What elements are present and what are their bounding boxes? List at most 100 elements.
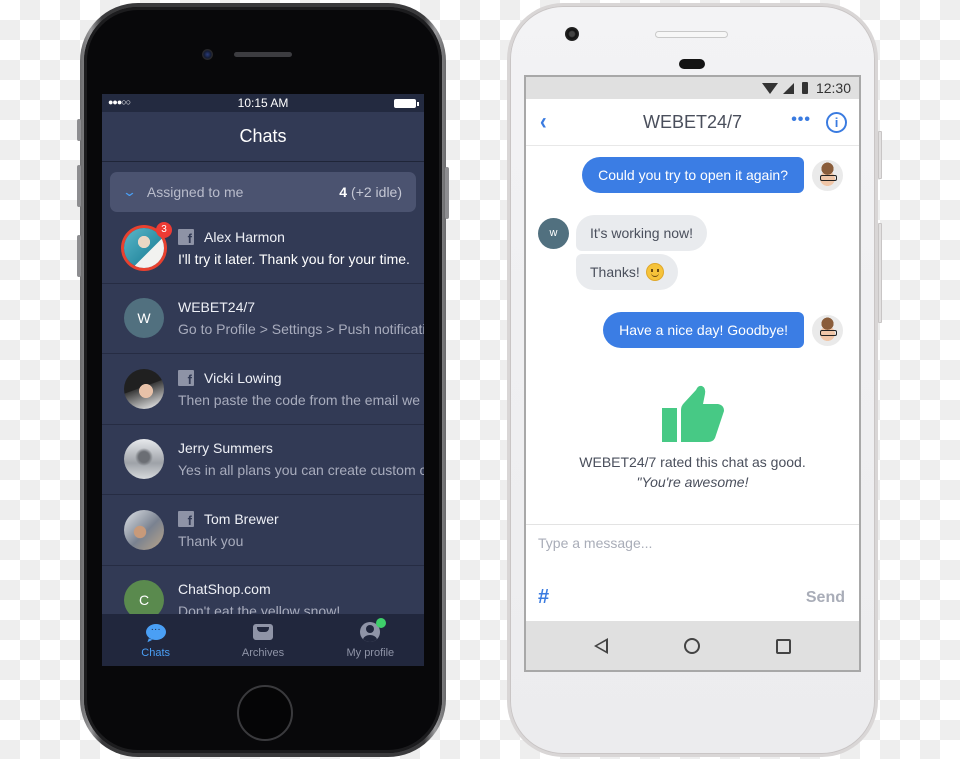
back-chevron-icon[interactable]: ‹ [540,108,547,136]
online-status-dot [376,618,387,628]
rating-comment: "You're awesome! [636,474,749,490]
contact-name: WEBET24/7 [178,299,256,316]
idle-count: (+2 idle) [351,184,402,200]
contact-name: Tom Brewer [204,510,279,527]
ios-status-bar: ●●●○○ 10:15 AM [102,94,424,112]
tab-label: My profile [346,647,395,659]
status-time: 12:30 [815,80,851,96]
message-input[interactable] [538,535,838,551]
message-incoming: w It's working now! [538,215,708,251]
android-device: 12:30 ‹ WEBET24/7 ••• i Could you try to… [507,3,882,757]
chat-rating: WEBET24/7 rated this chat as good. "You'… [526,384,859,490]
mute-switch [77,119,81,141]
last-message: Go to Profile > Settings > Push notifica… [178,321,424,338]
last-message: Yes in all plans you can create custom c… [178,462,424,479]
wifi-icon [761,82,778,94]
facebook-icon: f [178,369,194,386]
avatar [124,439,164,480]
message-outgoing: Have a nice day! Goodbye! [603,312,843,348]
chat-list-item[interactable]: f Tom Brewer Thank you [102,495,424,566]
visitor-avatar: w [538,217,569,249]
status-time: 10:15 AM [237,96,289,110]
tab-my-profile[interactable]: My profile [317,614,424,666]
tab-archives[interactable]: Archives [209,614,316,666]
assigned-group-toggle[interactable]: ⌄ Assigned to me 4 (+2 idle) [110,172,416,212]
chevron-down-icon: ⌄ [121,184,138,199]
chat-list: 3 f Alex Harmon I'll try it later. Thank … [102,213,424,636]
battery-icon [801,82,808,94]
rating-text: WEBET24/7 rated this chat as good. [579,454,806,470]
chat-list-item[interactable]: 3 f Alex Harmon I'll try it later. Thank … [102,213,424,284]
chats-header: Chats [102,112,424,162]
message-composer: # Send [526,524,859,621]
contact-name: Vicki Lowing [204,369,282,386]
front-camera-icon [202,49,213,60]
message-bubble: Could you try to open it again? [582,157,804,193]
last-message: Thank you [178,532,244,549]
home-button[interactable] [237,685,293,741]
page-title: Chats [239,126,287,146]
cellular-signal-icon [782,82,794,94]
info-icon[interactable]: i [826,112,847,133]
message-text: Thanks! [590,264,640,280]
active-count: 4 [339,184,348,200]
avatar [124,368,164,409]
front-camera-icon [565,27,579,41]
message-outgoing: Could you try to open it again? [582,157,843,193]
android-navigation-bar [526,621,859,670]
unread-badge: 3 [156,221,172,238]
ios-screen: ●●●○○ 10:15 AM Chats ⌄ Assigned to me 4(… [102,94,424,666]
iphone-device: ●●●○○ 10:15 AM Chats ⌄ Assigned to me 4(… [77,3,449,757]
group-count: 4 (+2 idle) [339,184,402,200]
avatar-initial: C [138,592,150,609]
chat-list-item[interactable]: Jerry Summers Yes in all plans you can c… [102,425,424,495]
tab-label: Chats [141,647,171,659]
message-incoming: Thanks! [576,254,678,290]
chat-list-item[interactable]: W WEBET24/7 Go to Profile > Settings > P… [102,284,424,354]
volume-up-button [77,165,81,207]
avatar-initial: W [137,310,151,327]
avatar: W [124,298,164,339]
agent-avatar [812,159,843,191]
message-thread: Could you try to open it again? w It's w… [526,146,859,524]
thumbs-up-icon [660,384,726,444]
chat-header: ‹ WEBET24/7 ••• i [526,99,859,146]
battery-icon [394,99,419,108]
inbox-icon [252,624,273,640]
facebook-icon: f [178,510,194,527]
signal-strength-icon: ●●●○○ [108,97,131,107]
chat-bubble-icon: ··· [145,624,166,640]
chat-list-item[interactable]: f Vicki Lowing Then paste the code from t… [102,354,424,425]
contact-name: Alex Harmon [204,228,285,245]
earpiece-speaker [655,31,728,38]
send-button[interactable]: Send [806,589,845,607]
power-button [445,167,449,219]
android-screen: 12:30 ‹ WEBET24/7 ••• i Could you try to… [524,75,861,672]
smiley-emoji-icon [645,263,664,281]
facebook-icon: f [178,228,194,245]
message-bubble: Thanks! [576,254,678,290]
tab-chats[interactable]: ··· Chats [102,614,209,666]
avatar [124,509,164,550]
last-message: I'll try it later. Thank you for your ti… [178,250,410,267]
nav-home-icon[interactable] [684,638,700,654]
group-label: Assigned to me [146,184,244,200]
contact-name: Jerry Summers [178,440,273,457]
android-status-bar: 12:30 [526,77,859,99]
last-message: Then paste the code from the email we se… [178,391,424,408]
contact-name: ChatShop.com [178,581,271,598]
message-bubble: Have a nice day! Goodbye! [603,312,804,348]
tab-label: Archives [241,647,285,659]
volume-rocker [878,223,882,323]
volume-down-button [77,235,81,277]
more-options-icon[interactable]: ••• [791,111,811,129]
nav-recents-icon[interactable] [776,638,791,654]
nav-back-icon[interactable] [594,638,608,654]
tab-bar: ··· Chats Archives My profile [102,614,424,666]
earpiece-speaker [234,52,292,57]
hashtag-canned-responses-button[interactable]: # [538,586,549,609]
message-bubble: It's working now! [576,215,708,251]
agent-avatar [812,314,843,346]
power-button [878,131,882,179]
avatar: 3 [124,221,172,268]
